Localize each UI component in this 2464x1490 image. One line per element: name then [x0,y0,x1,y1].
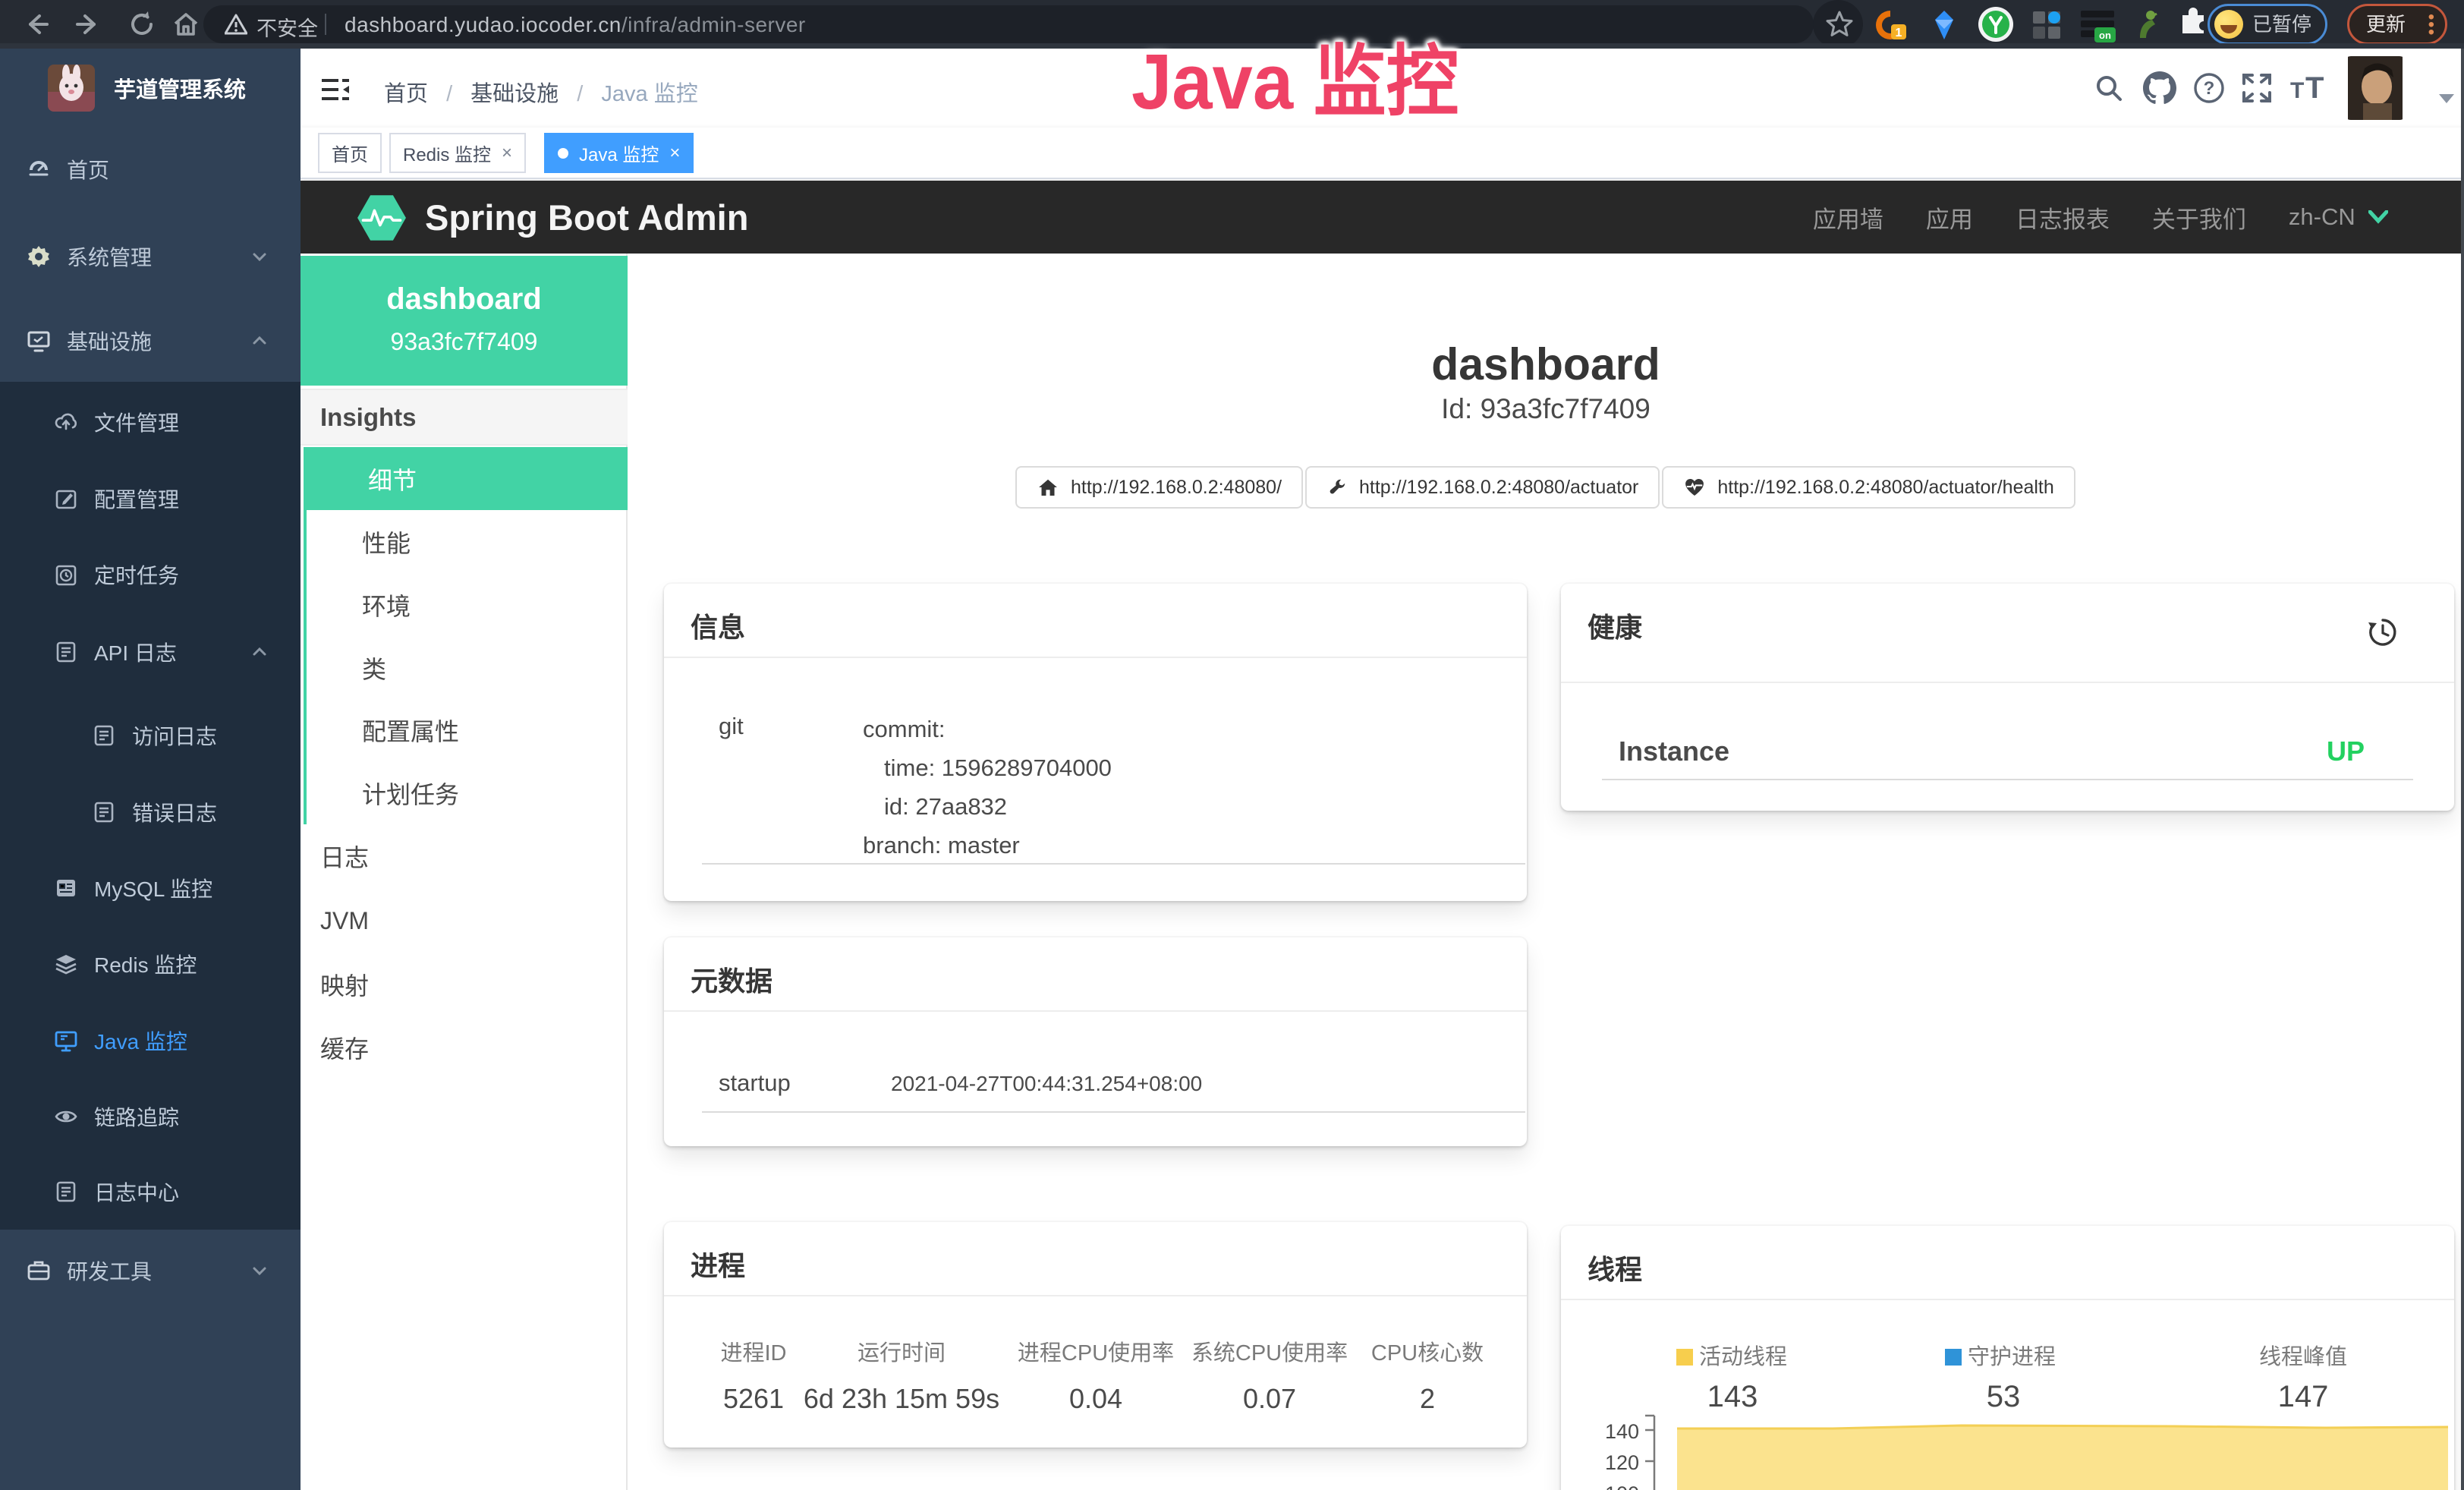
svg-text:T: T [2305,74,2324,104]
svg-text:T: T [2290,78,2304,103]
svg-text:on: on [2099,30,2111,41]
svg-text:?: ? [2204,78,2215,99]
svg-text:1: 1 [1896,27,1902,39]
